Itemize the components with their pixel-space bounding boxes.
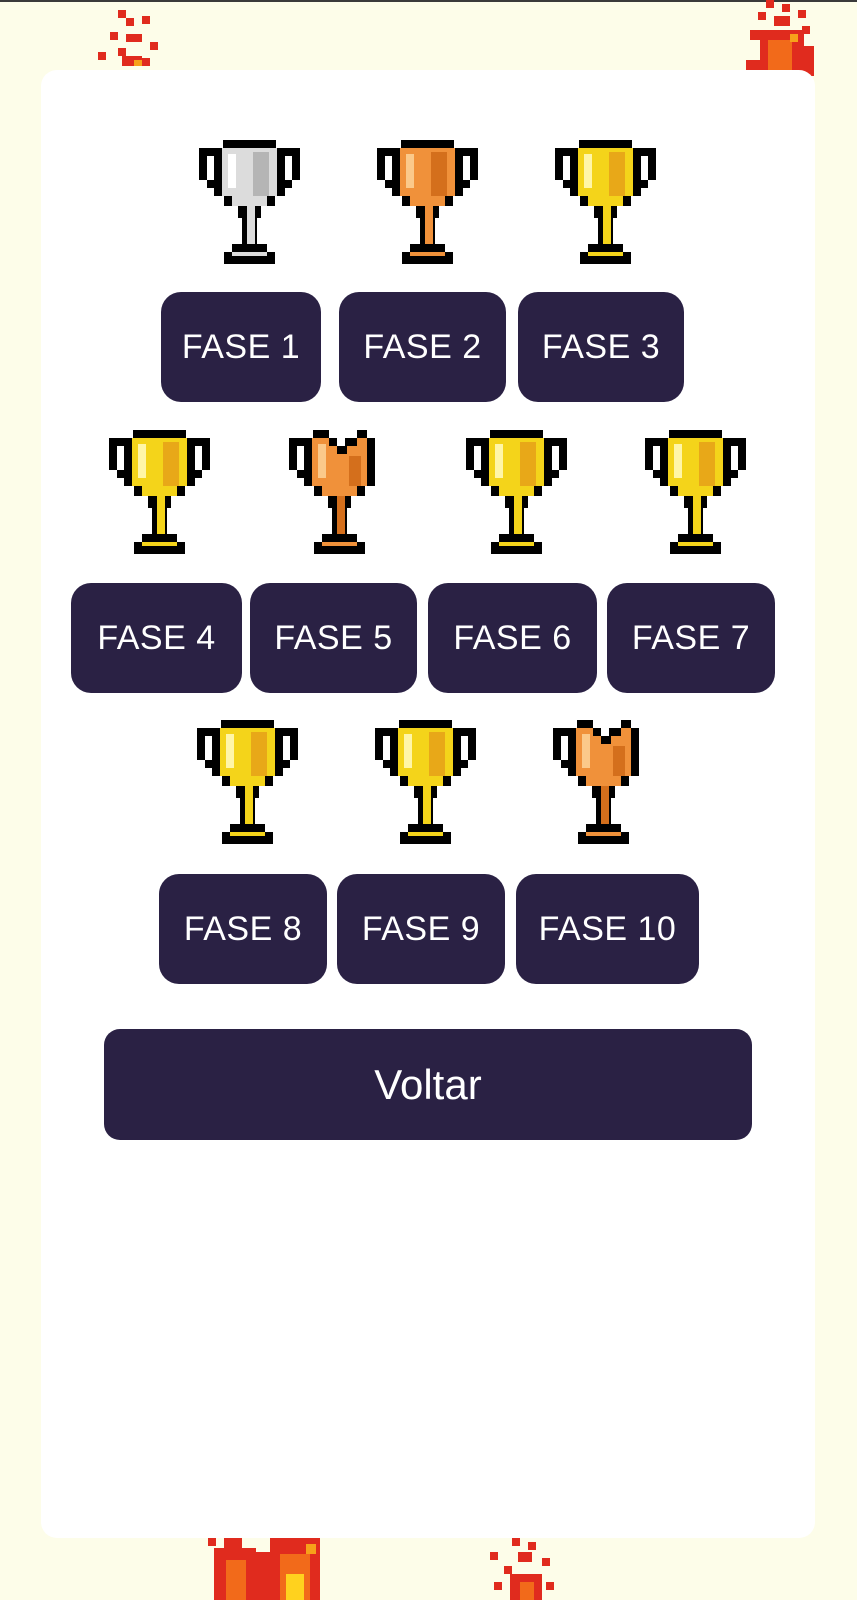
- bronze-trophy-icon: [373, 140, 482, 264]
- gold-trophy-icon: [105, 430, 214, 554]
- phase-7-button[interactable]: FASE 7: [607, 583, 775, 693]
- flame-icon: [490, 1538, 554, 1600]
- phase-10-button[interactable]: FASE 10: [516, 874, 699, 984]
- flame-icon: [98, 10, 158, 66]
- phase-3-button[interactable]: FASE 3: [518, 292, 684, 402]
- phase-2-button[interactable]: FASE 2: [339, 292, 506, 402]
- gold-trophy-icon: [462, 430, 571, 554]
- phase-8-button[interactable]: FASE 8: [159, 874, 327, 984]
- gold-trophy-icon: [641, 430, 750, 554]
- flame-icon: [746, 0, 814, 76]
- gold-trophy-icon: [551, 140, 660, 264]
- broken-bronze-trophy-icon: [549, 720, 658, 844]
- phase-4-button[interactable]: FASE 4: [71, 583, 242, 693]
- phase-9-button[interactable]: FASE 9: [337, 874, 505, 984]
- gold-trophy-icon: [193, 720, 302, 844]
- top-edge-line: [0, 0, 857, 2]
- flame-icon: [208, 1538, 320, 1600]
- gold-trophy-icon: [371, 720, 480, 844]
- phase-1-button[interactable]: FASE 1: [161, 292, 321, 402]
- phase-5-button[interactable]: FASE 5: [250, 583, 417, 693]
- broken-bronze-trophy-icon: [285, 430, 394, 554]
- back-button[interactable]: Voltar: [104, 1029, 752, 1140]
- phase-6-button[interactable]: FASE 6: [428, 583, 597, 693]
- silver-trophy-icon: [195, 140, 304, 264]
